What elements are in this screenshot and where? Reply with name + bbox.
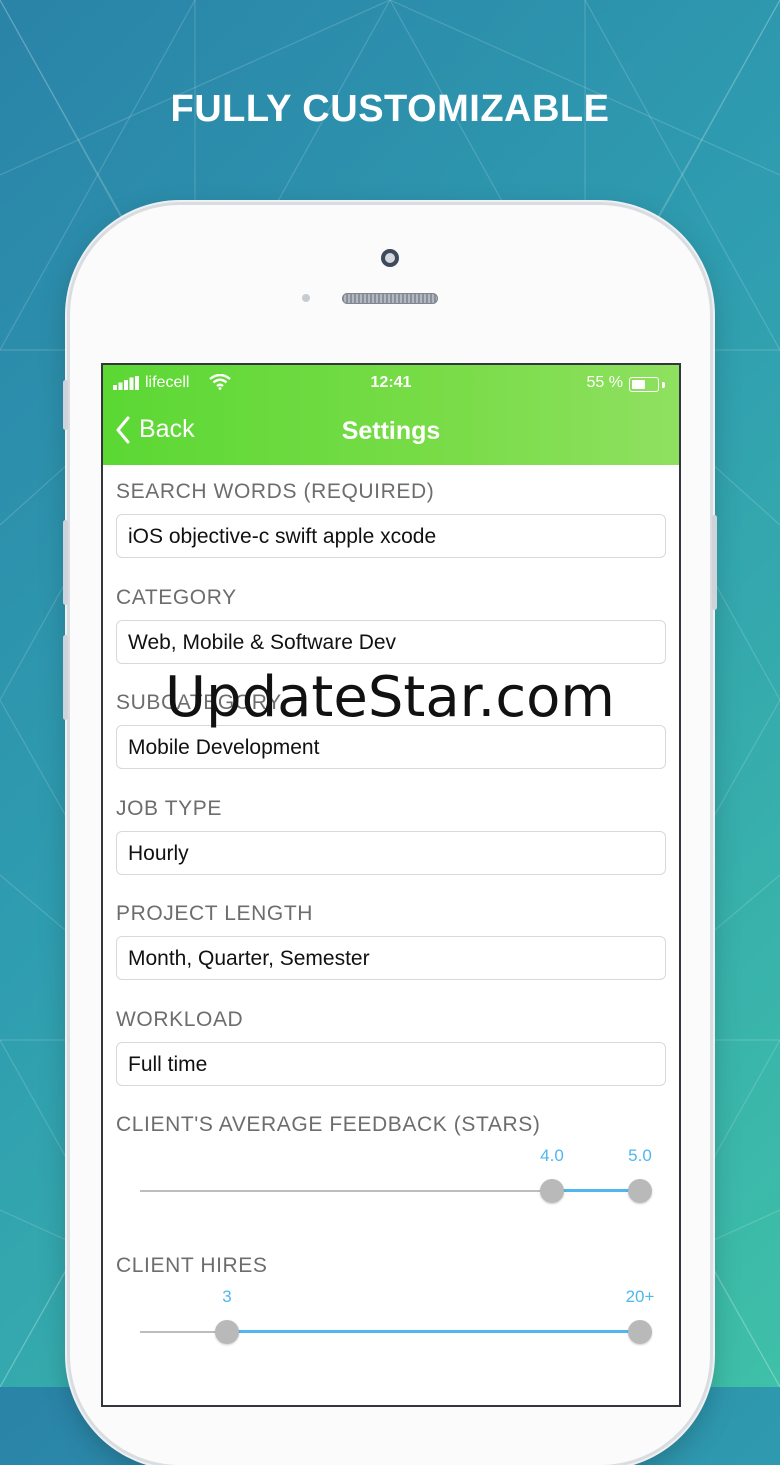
feedback-section: CLIENT'S AVERAGE FEEDBACK (STARS) (116, 1113, 666, 1139)
battery-fill (632, 380, 646, 389)
slider-min-thumb[interactable] (540, 1179, 564, 1203)
slider-min-value: 4.0 (540, 1146, 564, 1165)
search-words-input[interactable]: iOS objective-c swift apple xcode (116, 514, 666, 558)
project-length-select[interactable]: Month, Quarter, Semester (116, 936, 666, 980)
mute-switch (63, 380, 68, 430)
status-bar: lifecell 12:41 55 % (103, 373, 679, 395)
slider-selected-range (552, 1189, 640, 1192)
field-label: PROJECT LENGTH (116, 902, 314, 925)
front-camera (381, 249, 399, 267)
feedback-range-slider[interactable]: 4.0 5.0 (140, 1146, 652, 1220)
field-label: SEARCH WORDS (REQUIRED) (116, 480, 435, 503)
slider-min-thumb[interactable] (215, 1320, 239, 1344)
battery-tip (662, 382, 665, 388)
slider-selected-range (227, 1330, 640, 1333)
battery-percent: 55 % (586, 374, 623, 391)
slider-max-thumb[interactable] (628, 1320, 652, 1344)
subcategory-select[interactable]: Mobile Development (116, 725, 666, 769)
field-label: CLIENT HIRES (116, 1254, 268, 1277)
slider-min-value: 3 (222, 1287, 232, 1306)
field-label: WORKLOAD (116, 1008, 244, 1031)
workload-select[interactable]: Full time (116, 1042, 666, 1086)
power-button (712, 515, 717, 610)
search-words-section: SEARCH WORDS (REQUIRED) iOS objective-c … (116, 480, 666, 558)
field-label: JOB TYPE (116, 797, 222, 820)
navigation-bar: lifecell 12:41 55 % Back Settings (103, 365, 679, 465)
earpiece-speaker (342, 293, 438, 304)
client-hires-section: CLIENT HIRES (116, 1254, 666, 1280)
screen: lifecell 12:41 55 % Back Settings SEARCH… (103, 365, 679, 1405)
headline: FULLY CUSTOMIZABLE (170, 88, 610, 130)
volume-up-button (63, 520, 68, 605)
slider-max-thumb[interactable] (628, 1179, 652, 1203)
battery-icon (629, 377, 659, 392)
client-hires-range-slider[interactable]: 3 20+ (140, 1287, 654, 1361)
phone-frame: lifecell 12:41 55 % Back Settings SEARCH… (63, 205, 717, 1465)
slider-max-value: 20+ (625, 1287, 655, 1306)
watermark: UpdateStar.com (165, 665, 615, 730)
category-section: CATEGORY Web, Mobile & Software Dev (116, 586, 666, 664)
page-title: Settings (341, 417, 441, 445)
job-type-select[interactable]: Hourly (116, 831, 666, 875)
slider-max-value: 5.0 (628, 1146, 652, 1165)
field-label: CATEGORY (116, 586, 237, 609)
workload-section: WORKLOAD Full time (116, 1008, 666, 1086)
proximity-sensor (302, 294, 310, 302)
category-select[interactable]: Web, Mobile & Software Dev (116, 620, 666, 664)
job-type-section: JOB TYPE Hourly (116, 797, 666, 875)
project-length-section: PROJECT LENGTH Month, Quarter, Semester (116, 902, 666, 980)
field-label: CLIENT'S AVERAGE FEEDBACK (STARS) (116, 1113, 541, 1136)
